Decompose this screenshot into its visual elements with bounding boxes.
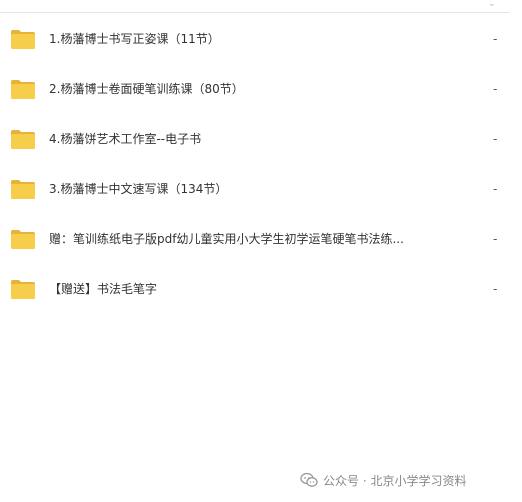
folder-size: - — [493, 32, 498, 46]
folder-row[interactable]: 1.杨藩博士书写正姿课（11节） - — [0, 13, 522, 63]
folder-name: 3.杨藩博士中文速写课（134节） — [49, 182, 228, 196]
folder-name: 【赠送】书法毛笔字 — [49, 282, 158, 296]
folder-row[interactable]: 3.杨藩博士中文速写课（134节） - — [0, 163, 522, 213]
folder-name: 赠：笔训练纸电子版pdf幼儿童实用小大学生初学运笔硬笔书法练... — [49, 232, 404, 246]
folder-size: - — [493, 282, 498, 296]
folder-icon — [11, 230, 35, 249]
folder-row[interactable]: 4.杨藩饼艺术工作室--电子书 - — [0, 113, 522, 163]
folder-name: 4.杨藩饼艺术工作室--电子书 — [49, 132, 202, 146]
folder-icon — [11, 180, 35, 199]
folder-icon — [11, 130, 35, 149]
wechat-icon — [300, 472, 318, 487]
folder-row[interactable]: 2.杨藩博士卷面硬笔训练课（80节） - — [0, 63, 522, 113]
folder-size: - — [493, 132, 498, 146]
file-list: 1.杨藩博士书写正姿课（11节） - 2.杨藩博士卷面硬笔训练课（80节） - … — [0, 13, 522, 313]
folder-icon — [11, 30, 35, 49]
folder-size: - — [493, 182, 498, 196]
folder-name: 2.杨藩博士卷面硬笔训练课（80节） — [49, 82, 244, 96]
folder-row[interactable]: 赠：笔训练纸电子版pdf幼儿童实用小大学生初学运笔硬笔书法练... - — [0, 213, 522, 263]
folder-size: - — [493, 82, 498, 96]
folder-size: - — [493, 232, 498, 246]
chevron-down-icon[interactable]: ⌄ — [488, 0, 498, 9]
watermark-text: 公众号 · 北京小学学习资料 — [323, 473, 467, 488]
folder-name: 1.杨藩博士书写正姿课（11节） — [49, 32, 220, 46]
folder-icon — [11, 280, 35, 299]
folder-icon — [11, 80, 35, 99]
watermark: 公众号 · 北京小学学习资料 — [300, 470, 466, 490]
folder-row[interactable]: 【赠送】书法毛笔字 - — [0, 263, 522, 313]
